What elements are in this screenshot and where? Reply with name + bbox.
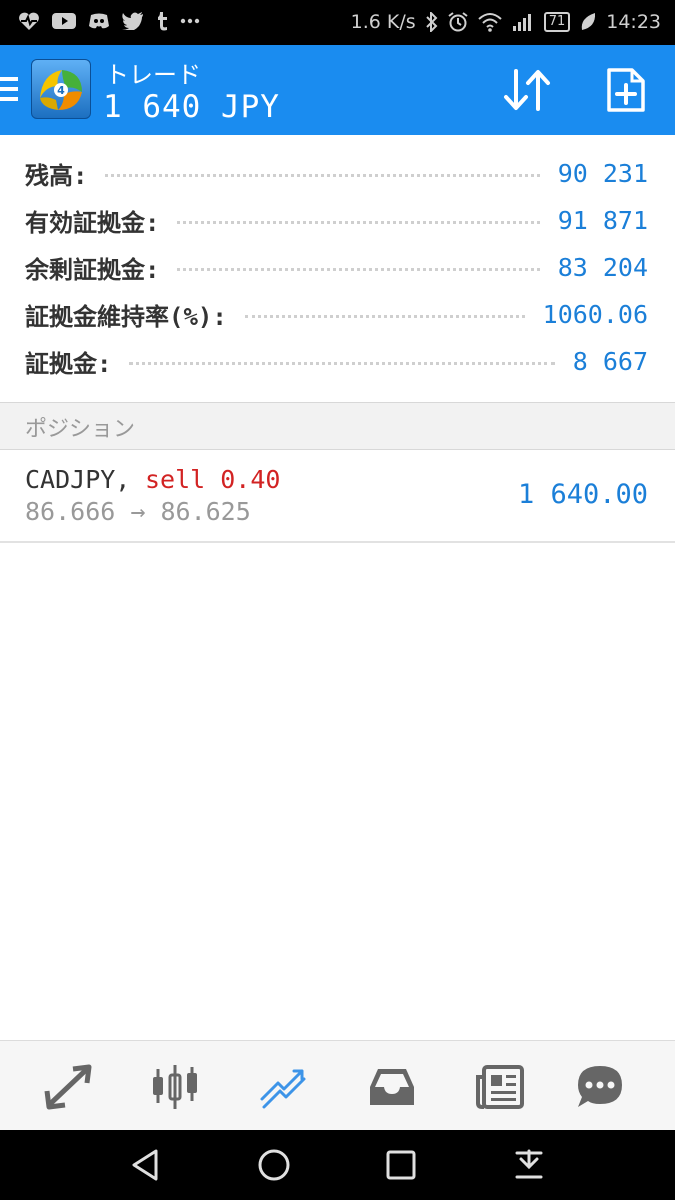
- chat-icon[interactable]: [574, 1063, 626, 1111]
- summary-label: 証拠金維持率(%):: [25, 303, 227, 331]
- bluetooth-icon: [425, 12, 438, 32]
- summary-value: 83 204: [557, 253, 648, 282]
- summary-value: 90 231: [557, 159, 648, 188]
- dotted-leader: [129, 362, 555, 365]
- news-icon[interactable]: [474, 1063, 526, 1111]
- notification-shade-icon[interactable]: [511, 1147, 547, 1183]
- position-symbol: CADJPY,: [25, 465, 131, 494]
- summary-label: 証拠金:: [25, 350, 112, 378]
- wifi-icon: [478, 12, 502, 32]
- account-summary: 残高: 90 231 有効証拠金: 91 871 余剰証拠金: 83 204 証…: [0, 150, 675, 385]
- section-title: ポジション: [25, 417, 136, 442]
- position-profit: 1 640.00: [517, 479, 648, 510]
- battery-icon: 71: [543, 12, 571, 32]
- discord-icon: [88, 12, 110, 30]
- quotes-icon[interactable]: [43, 1063, 95, 1111]
- more-icon: [180, 18, 200, 24]
- summary-row-equity: 有効証拠金: 91 871: [0, 197, 675, 244]
- signal-icon: [512, 12, 534, 32]
- heart-rate-icon: [18, 11, 40, 31]
- summary-row-balance: 残高: 90 231: [0, 150, 675, 197]
- trade-icon[interactable]: [258, 1063, 310, 1111]
- sort-icon[interactable]: [502, 67, 554, 113]
- status-bar: 1.6 K/s 71 14:23: [0, 0, 675, 45]
- new-order-icon[interactable]: [606, 67, 646, 113]
- summary-value: 91 871: [557, 206, 648, 235]
- dotted-leader: [105, 174, 540, 177]
- recents-icon[interactable]: [383, 1147, 419, 1183]
- bottom-tab-bar: [0, 1040, 675, 1131]
- system-nav-bar: [0, 1130, 675, 1200]
- position-item[interactable]: CADJPY, sell 0.40 86.666 → 86.625 1 640.…: [0, 449, 675, 543]
- summary-row-margin-level: 証拠金維持率(%): 1060.06: [0, 291, 675, 338]
- positions-section-header: ポジション: [0, 402, 675, 450]
- summary-value: 8 667: [572, 347, 648, 376]
- chart-icon[interactable]: [150, 1063, 202, 1111]
- summary-label: 余剰証拠金:: [25, 256, 160, 284]
- back-icon[interactable]: [128, 1147, 164, 1183]
- youtube-icon: [52, 12, 76, 30]
- position-prices: 86.666 → 86.625: [25, 497, 251, 526]
- summary-label: 有効証拠金:: [25, 209, 160, 237]
- alarm-icon: [448, 12, 468, 32]
- network-speed: 1.6 K/s: [350, 11, 416, 33]
- summary-row-free-margin: 余剰証拠金: 83 204: [0, 244, 675, 291]
- dotted-leader: [244, 315, 525, 318]
- dotted-leader: [177, 221, 540, 224]
- metatrader-logo-icon: 4: [31, 59, 91, 119]
- history-icon[interactable]: [366, 1063, 418, 1111]
- menu-icon[interactable]: [0, 75, 20, 105]
- app-bar: 4 トレード 1 640 JPY: [0, 45, 675, 135]
- leaf-icon: [580, 12, 596, 32]
- clock: 14:23: [606, 11, 661, 33]
- svg-text:4: 4: [57, 84, 65, 97]
- summary-row-margin: 証拠金: 8 667: [0, 338, 675, 385]
- twitter-icon: [122, 12, 144, 30]
- position-side-volume: sell 0.40: [145, 465, 281, 494]
- dotted-leader: [177, 268, 540, 271]
- account-profit: 1 640 JPY: [103, 89, 280, 125]
- summary-value: 1060.06: [542, 300, 648, 329]
- page-title: トレード: [105, 61, 201, 89]
- tumblr-icon: [156, 11, 168, 31]
- home-icon[interactable]: [256, 1147, 292, 1183]
- summary-label: 残高:: [25, 162, 88, 190]
